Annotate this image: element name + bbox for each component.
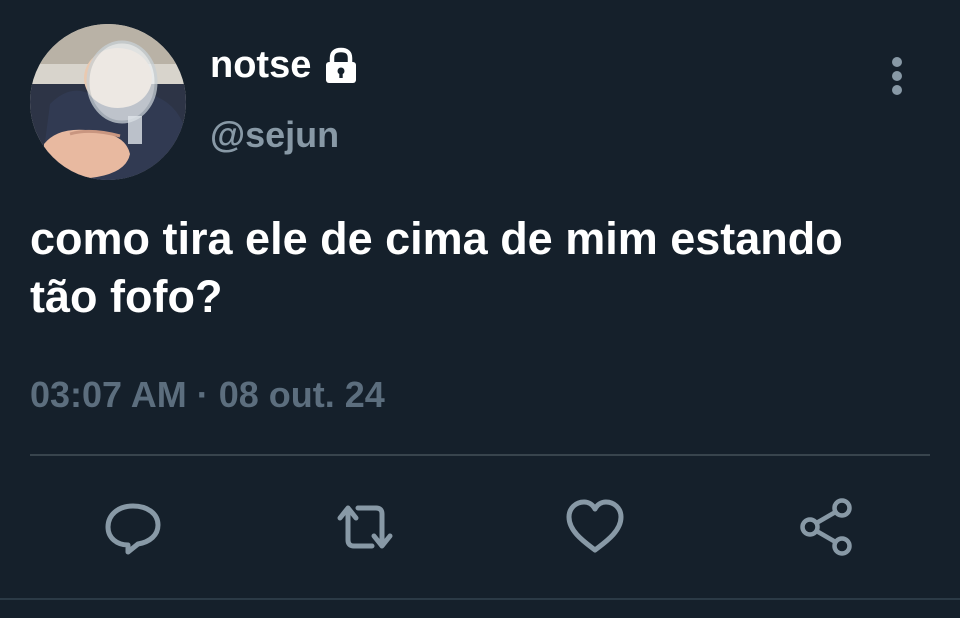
tweet-text: como tira ele de cima de mim estando tão… (30, 213, 843, 322)
more-options-icon[interactable] (882, 54, 912, 98)
share-icon (800, 498, 852, 556)
user-handle[interactable]: @sejun (210, 114, 339, 156)
divider (30, 454, 930, 456)
retweet-icon (337, 505, 393, 549)
reply-button[interactable] (102, 496, 164, 558)
display-name[interactable]: notse (210, 44, 311, 87)
retweet-button[interactable] (334, 496, 396, 558)
avatar[interactable] (30, 24, 186, 180)
share-button[interactable] (796, 496, 858, 558)
avatar-photo (30, 24, 186, 180)
reply-icon (105, 503, 161, 555)
tweet-time: 03:07 AM (30, 374, 187, 415)
like-button[interactable] (564, 496, 626, 558)
tweet-card: notse @sejun como tira ele de cima de mi… (0, 0, 960, 618)
timestamp-separator: · (196, 374, 209, 415)
lock-icon (321, 46, 361, 86)
bottom-divider (0, 598, 960, 600)
display-name-row[interactable]: notse (210, 44, 361, 87)
tweet-timestamp[interactable]: 03:07 AM · 08 out. 24 (30, 374, 385, 416)
tweet-date: 08 out. 24 (218, 374, 385, 415)
heart-icon (566, 499, 624, 553)
